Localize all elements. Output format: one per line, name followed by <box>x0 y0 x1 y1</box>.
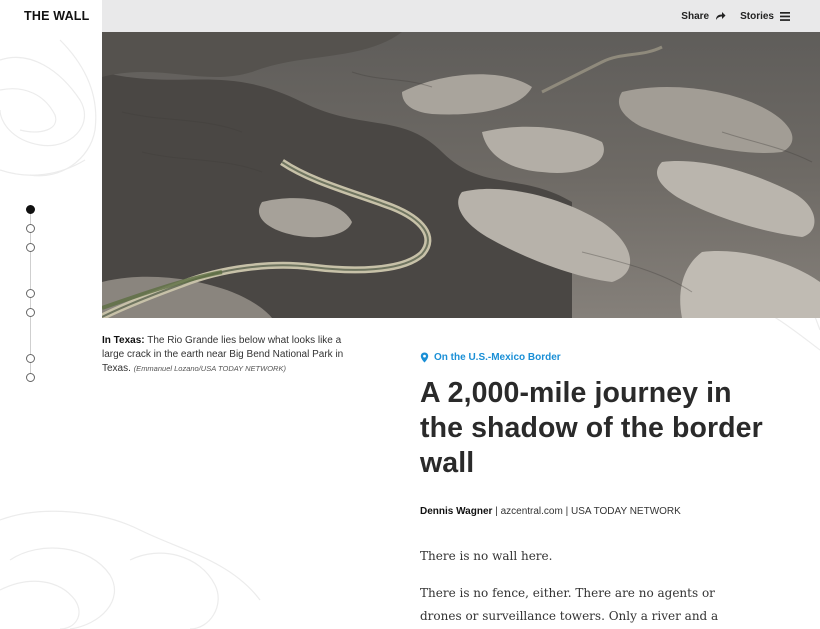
site-logo[interactable]: THE WALL <box>0 0 102 32</box>
hamburger-menu-icon <box>780 11 790 21</box>
share-arrow-icon <box>716 12 726 20</box>
progress-dot[interactable] <box>26 224 35 233</box>
article-paragraph: There is no fence, either. There are no … <box>420 586 719 623</box>
caption-lead: In Texas: <box>102 335 145 346</box>
byline-publication: | azcentral.com | USA TODAY NETWORK <box>492 506 681 517</box>
progress-dot[interactable] <box>26 243 35 252</box>
photo-caption: In Texas: The Rio Grande lies below what… <box>102 334 364 376</box>
top-navigation-bar: Share Stories <box>102 0 820 32</box>
share-label: Share <box>681 10 710 22</box>
section-kicker-link[interactable]: On the U.S.-Mexico Border <box>420 352 561 363</box>
progress-dot[interactable] <box>26 373 35 382</box>
progress-dot[interactable] <box>26 289 35 298</box>
kicker-label: On the U.S.-Mexico Border <box>434 352 561 363</box>
page: THE WALL Share Stories In Texas: The Rio… <box>0 0 820 629</box>
article-paragraph: There is no wall here. <box>420 549 553 563</box>
story-progress-indicator <box>25 204 37 384</box>
photo-credit: (Emmanuel Lozano/USA TODAY NETWORK) <box>133 364 286 373</box>
stories-menu-button[interactable]: Stories <box>740 11 790 22</box>
hero-image <box>102 32 820 318</box>
progress-dot[interactable] <box>26 308 35 317</box>
progress-dot[interactable] <box>26 354 35 363</box>
share-button[interactable]: Share <box>681 11 726 22</box>
article-headline: A 2,000-mile journey in the shadow of th… <box>420 377 763 479</box>
location-pin-icon <box>420 352 429 363</box>
canyon-river-photo <box>102 32 820 318</box>
progress-dot[interactable] <box>26 205 35 214</box>
article-byline: Dennis Wagner | azcentral.com | USA TODA… <box>420 506 681 517</box>
stories-label: Stories <box>740 10 774 22</box>
author-name[interactable]: Dennis Wagner <box>420 506 492 517</box>
